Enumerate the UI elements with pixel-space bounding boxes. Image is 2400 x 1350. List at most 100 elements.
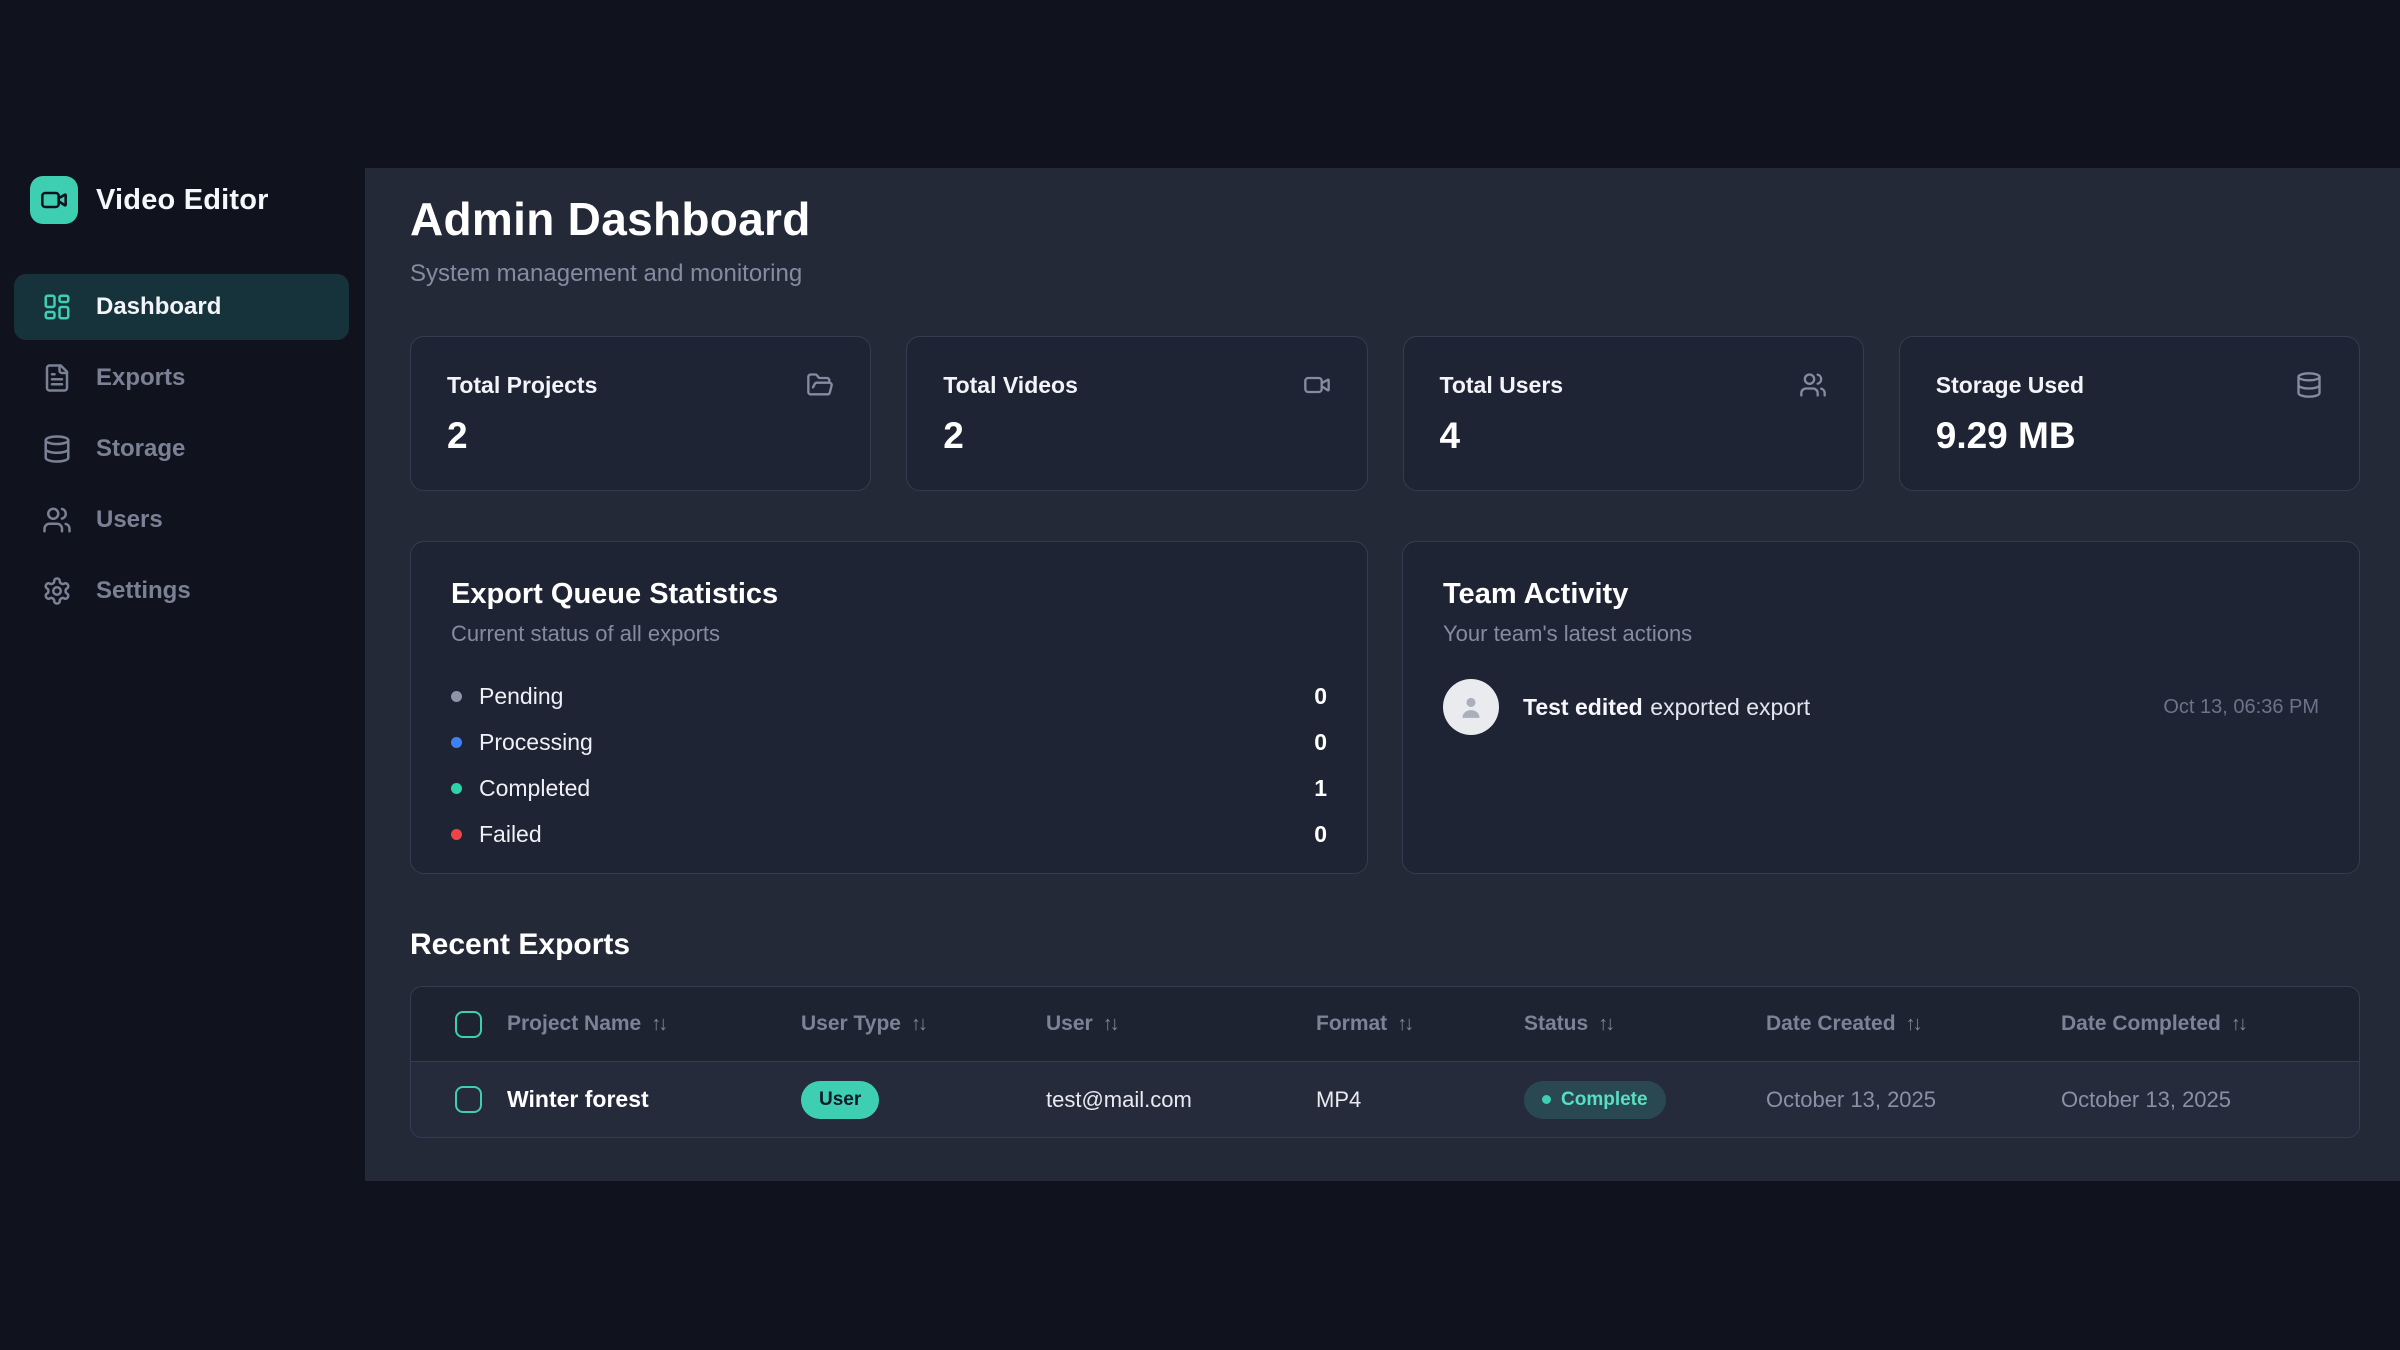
user-type-badge: User (801, 1081, 879, 1119)
stats-row: Total Projects 2 Total Videos 2 (410, 336, 2360, 491)
cell-project-name: Winter forest (507, 1086, 801, 1113)
sidebar: Video Editor Dashboard Exports (0, 0, 365, 1350)
stat-label: Total Users (1440, 372, 1564, 399)
column-label: Date Created (1766, 1012, 1896, 1036)
status-badge: Complete (1524, 1081, 1666, 1119)
video-camera-icon (30, 176, 78, 224)
pending-dot-icon (451, 691, 462, 702)
sidebar-nav: Dashboard Exports Storage (14, 274, 349, 624)
stat-label: Total Videos (943, 372, 1078, 399)
stat-value: 9.29 MB (1936, 415, 2323, 457)
sidebar-item-label: Dashboard (96, 293, 221, 321)
column-label: Date Completed (2061, 1012, 2221, 1036)
page-subtitle: System management and monitoring (410, 260, 2360, 288)
gear-icon (42, 576, 72, 606)
queue-value: 1 (1314, 775, 1327, 802)
column-header-user-type[interactable]: User Type ↑↓ (801, 1012, 1046, 1036)
card-title: Export Queue Statistics (451, 578, 1327, 611)
cell-format: MP4 (1316, 1087, 1524, 1113)
queue-value: 0 (1314, 683, 1327, 710)
column-label: Status (1524, 1012, 1588, 1036)
queue-label: Pending (479, 683, 563, 710)
team-activity-card: Team Activity Your team's latest actions… (1402, 541, 2360, 874)
sort-icon: ↑↓ (1906, 1013, 1920, 1036)
table-header-row: Project Name↑↓ User Type ↑↓ User↑↓ Format… (411, 987, 2359, 1061)
database-icon (2295, 371, 2323, 399)
recent-exports-title: Recent Exports (410, 928, 2360, 962)
completed-dot-icon (451, 783, 462, 794)
stat-label: Total Projects (447, 372, 597, 399)
queue-row-processing: Processing 0 (451, 719, 1327, 765)
stat-card-total-videos: Total Videos 2 (906, 336, 1367, 491)
file-text-icon (42, 363, 72, 393)
cell-date-completed: October 13, 2025 (2061, 1087, 2359, 1113)
cell-date-created: October 13, 2025 (1766, 1087, 2061, 1113)
queue-label: Failed (479, 821, 542, 848)
app-title: Video Editor (96, 184, 269, 217)
cell-user-email: test@mail.com (1046, 1087, 1316, 1113)
column-label: Format (1316, 1012, 1387, 1036)
person-avatar-icon (1443, 679, 1499, 735)
stat-card-total-users: Total Users 4 (1403, 336, 1864, 491)
select-all-cell (411, 1011, 507, 1038)
stat-card-storage-used: Storage Used 9.29 MB (1899, 336, 2360, 491)
processing-dot-icon (451, 737, 462, 748)
main-panel: Admin Dashboard System management and mo… (365, 168, 2400, 1181)
column-header-date-created[interactable]: Date Created ↑↓ (1766, 1012, 2061, 1036)
sidebar-item-label: Users (96, 506, 163, 534)
sort-icon: ↑↓ (1397, 1013, 1411, 1036)
sort-icon: ↑↓ (1598, 1013, 1612, 1036)
queue-value: 0 (1314, 729, 1327, 756)
page-title: Admin Dashboard (410, 192, 2360, 246)
stat-card-total-projects: Total Projects 2 (410, 336, 871, 491)
dashboard-icon (42, 292, 72, 322)
card-title: Team Activity (1443, 578, 2319, 611)
stat-value: 2 (447, 415, 834, 457)
activity-text: Test editedexported export (1523, 694, 1810, 721)
column-header-format[interactable]: Format ↑↓ (1316, 1012, 1524, 1036)
database-icon (42, 434, 72, 464)
sidebar-item-exports[interactable]: Exports (14, 345, 349, 411)
table-row[interactable]: Winter forest User test@mail.com MP4 Com… (411, 1061, 2359, 1137)
sort-icon: ↑↓ (651, 1013, 665, 1036)
card-subtitle: Your team's latest actions (1443, 621, 2319, 647)
sort-icon: ↑↓ (1103, 1013, 1117, 1036)
export-queue-card: Export Queue Statistics Current status o… (410, 541, 1368, 874)
sidebar-item-settings[interactable]: Settings (14, 558, 349, 624)
card-subtitle: Current status of all exports (451, 621, 1327, 647)
sidebar-item-storage[interactable]: Storage (14, 416, 349, 482)
status-label: Complete (1561, 1089, 1648, 1111)
row-checkbox[interactable] (455, 1086, 482, 1113)
failed-dot-icon (451, 829, 462, 840)
sidebar-item-label: Storage (96, 435, 185, 463)
video-camera-icon (1303, 371, 1331, 399)
activity-actor: Test edited (1523, 694, 1643, 720)
sidebar-item-label: Exports (96, 364, 185, 392)
stat-value: 2 (943, 415, 1330, 457)
sort-icon: ↑↓ (911, 1013, 925, 1036)
recent-exports-table: Project Name↑↓ User Type↑↓ User↑↓ Format… (410, 986, 2360, 1138)
queue-list: Pending 0 Processing 0 Completed 1 Faile… (451, 673, 1327, 857)
users-icon (1799, 371, 1827, 399)
row-select-cell (411, 1086, 507, 1113)
sidebar-item-users[interactable]: Users (14, 487, 349, 553)
cell-user-type: User (801, 1081, 1046, 1119)
column-label: User Type (801, 1012, 901, 1036)
column-header-status[interactable]: Status ↑↓ (1524, 1012, 1766, 1036)
folder-open-icon (806, 371, 834, 399)
select-all-checkbox[interactable] (455, 1011, 482, 1038)
sort-icon: ↑↓ (2231, 1013, 2245, 1036)
sidebar-item-dashboard[interactable]: Dashboard (14, 274, 349, 340)
column-header-user[interactable]: User↑↓ (1046, 1012, 1316, 1036)
status-dot-icon (1542, 1095, 1551, 1104)
queue-value: 0 (1314, 821, 1327, 848)
stat-value: 4 (1440, 415, 1827, 457)
queue-row-completed: Completed 1 (451, 765, 1327, 811)
queue-row-pending: Pending 0 (451, 673, 1327, 719)
activity-timestamp: Oct 13, 06:36 PM (2163, 696, 2319, 719)
column-header-date-completed[interactable]: Date Completed ↑↓ (2061, 1012, 2359, 1036)
queue-label: Processing (479, 729, 593, 756)
activity-item: Test editedexported export Oct 13, 06:36… (1443, 679, 2319, 735)
column-header-project-name[interactable]: Project Name↑↓ (507, 1012, 801, 1036)
stat-label: Storage Used (1936, 372, 2084, 399)
